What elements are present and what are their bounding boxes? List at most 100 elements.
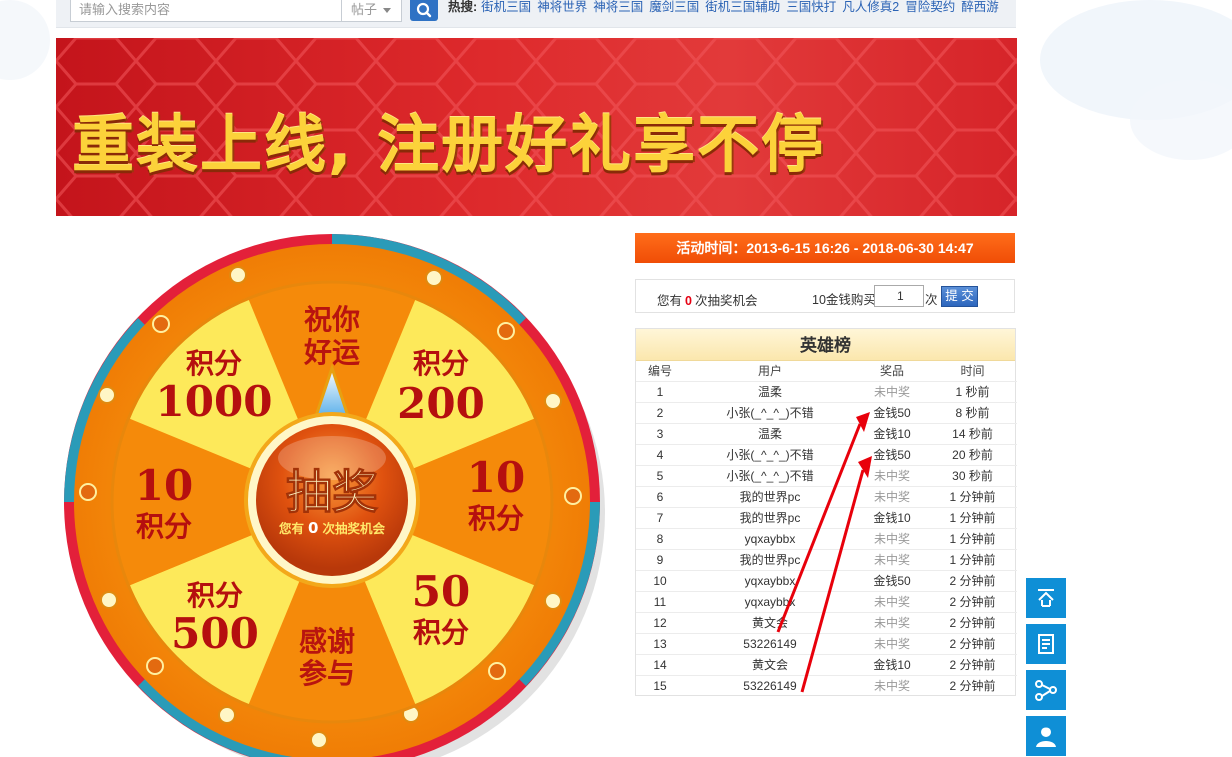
row-user: 我的世界pc [684, 506, 856, 528]
row-prize: 金钱10 [856, 653, 928, 675]
row-user: 黄文会 [684, 611, 856, 633]
row-time: 20 秒前 [928, 443, 1017, 465]
customer-service-icon [1036, 726, 1056, 747]
hero-ranking: 英雄榜 编号 用户 奖品 时间 1 温柔 未中奖 1 秒前 2 小张(_^_^_)不错 金钱… [635, 328, 1017, 696]
chance-count: 0 [685, 294, 692, 308]
row-number: 4 [636, 443, 684, 465]
wheel-label: 积分 [136, 510, 192, 543]
row-prize: 未中奖 [856, 590, 928, 612]
hot-search-link[interactable]: 街机三国 [481, 0, 531, 14]
hot-search-link[interactable]: 神将三国 [593, 0, 643, 14]
hot-search-link[interactable]: 冒险契约 [905, 0, 955, 14]
row-prize: 未中奖 [856, 485, 928, 507]
row-prize: 未中奖 [856, 632, 928, 654]
row-number: 13 [636, 632, 684, 654]
back-to-top-button[interactable] [1026, 578, 1066, 618]
hot-search-link[interactable]: 街机三国辅助 [705, 0, 780, 14]
row-time: 1 分钟前 [928, 506, 1017, 528]
row-user: 53226149 [684, 674, 856, 696]
table-row: 9 我的世界pc 未中奖 1 分钟前 [636, 548, 1017, 570]
table-row: 13 53226149 未中奖 2 分钟前 [636, 632, 1017, 654]
table-row: 4 小张(_^_^_)不错 金钱50 20 秒前 [636, 443, 1017, 465]
wheel-label: 参与 [299, 657, 355, 690]
row-prize: 金钱50 [856, 443, 928, 465]
row-user: 黄文会 [684, 653, 856, 675]
row-number: 3 [636, 422, 684, 444]
row-time: 2 分钟前 [928, 632, 1017, 654]
column-header: 编号 [647, 364, 672, 379]
row-number: 9 [636, 548, 684, 570]
row-prize: 未中奖 [856, 611, 928, 633]
hot-search-link[interactable]: 三国快打 [786, 0, 836, 14]
promo-banner[interactable]: 重装上线, 注册好礼享不停 [56, 38, 1017, 216]
row-number: 7 [636, 506, 684, 528]
hot-search-link[interactable]: 神将世界 [537, 0, 587, 14]
row-time: 2 分钟前 [928, 653, 1017, 675]
row-user: yqxaybbx [684, 590, 856, 612]
hot-search-label: 热搜: [448, 0, 478, 14]
row-number: 10 [636, 569, 684, 591]
row-user: yqxaybbx [684, 527, 856, 549]
search-type-label: 帖子 [351, 2, 378, 17]
row-user: 53226149 [684, 632, 856, 654]
row-prize: 金钱10 [856, 506, 928, 528]
wheel-label: 积分 [187, 579, 243, 612]
hot-search-link[interactable]: 魔剑三国 [649, 0, 699, 14]
column-header: 奖品 [879, 364, 904, 379]
wheel-label: 10 [467, 453, 525, 502]
row-prize: 金钱10 [856, 422, 928, 444]
buy-quantity-input[interactable] [874, 285, 924, 307]
row-time: 2 分钟前 [928, 611, 1017, 633]
row-user: 我的世界pc [684, 548, 856, 570]
wheel-label: 10 [135, 461, 193, 510]
share-icon [1035, 680, 1057, 701]
document-button[interactable] [1026, 624, 1066, 664]
search-button[interactable] [410, 0, 438, 21]
wheel-label: 祝你 [304, 303, 360, 336]
row-time: 2 分钟前 [928, 569, 1017, 591]
buy-label: 10金钱购买 [812, 293, 876, 307]
hot-search-link[interactable]: 凡人修真2 [842, 0, 899, 14]
table-row: 15 53226149 未中奖 2 分钟前 [636, 674, 1017, 696]
row-time: 2 分钟前 [928, 590, 1017, 612]
wheel-label: 50 [412, 567, 470, 616]
draw-button-label: 抽奖 [286, 465, 378, 519]
row-number: 8 [636, 527, 684, 549]
chevron-down-icon [383, 8, 391, 13]
column-header: 时间 [960, 364, 985, 379]
row-prize: 未中奖 [856, 527, 928, 549]
share-button[interactable] [1026, 670, 1066, 710]
row-time: 2 分钟前 [928, 674, 1017, 696]
back-to-top-icon [1038, 589, 1054, 607]
submit-button[interactable]: 提 交 [941, 286, 978, 307]
row-number: 1 [636, 380, 684, 402]
row-time: 1 分钟前 [928, 485, 1017, 507]
wheel-label: 积分 [413, 347, 469, 380]
ranking-header: 编号 用户 奖品 时间 [636, 361, 1017, 381]
row-prize: 未中奖 [856, 674, 928, 696]
chance-count-text: 您有 0 次抽奖机会 [657, 294, 758, 308]
row-number: 5 [636, 464, 684, 486]
wheel-label: 1000 [156, 377, 273, 426]
row-number: 12 [636, 611, 684, 633]
row-prize: 未中奖 [856, 548, 928, 570]
ranking-table: 编号 用户 奖品 时间 1 温柔 未中奖 1 秒前 2 小张(_^_^_)不错 金钱50 8 … [636, 361, 1017, 696]
search-input[interactable]: 请输入搜索内容 [70, 0, 342, 22]
search-type-select[interactable]: 帖子 [342, 0, 402, 22]
row-prize: 金钱50 [856, 569, 928, 591]
table-row: 10 yqxaybbx 金钱50 2 分钟前 [636, 569, 1017, 591]
hot-search-link[interactable]: 醉西游 [961, 0, 999, 14]
row-time: 1 分钟前 [928, 548, 1017, 570]
table-row: 6 我的世界pc 未中奖 1 分钟前 [636, 485, 1017, 507]
wheel-label: 500 [171, 609, 259, 658]
row-prize: 未中奖 [856, 380, 928, 402]
customer-service-button[interactable] [1026, 716, 1066, 756]
wheel-label: 好运 [303, 336, 360, 369]
row-number: 6 [636, 485, 684, 507]
table-row: 2 小张(_^_^_)不错 金钱50 8 秒前 [636, 401, 1017, 423]
row-user: 我的世界pc [684, 485, 856, 507]
row-number: 15 [636, 674, 684, 696]
draw-chance-text: 您有 0 次抽奖机会 [279, 519, 385, 537]
table-row: 3 温柔 金钱10 14 秒前 [636, 422, 1017, 444]
row-user: 小张(_^_^_)不错 [684, 401, 856, 423]
